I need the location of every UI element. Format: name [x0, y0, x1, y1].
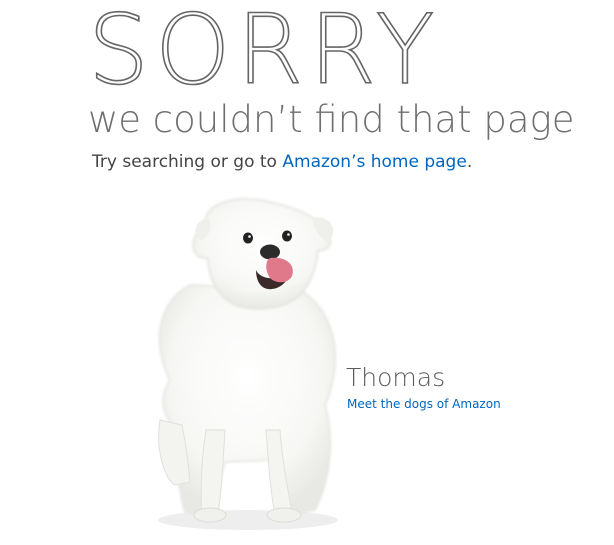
home-page-link[interactable]: Amazon’s home page: [282, 152, 466, 172]
meet-the-dogs-link[interactable]: Meet the dogs of Amazon: [347, 396, 501, 412]
search-suggestion: Try searching or go to Amazon’s home pag…: [92, 150, 472, 174]
dog-illustration-icon: [158, 198, 338, 530]
suggestion-prefix: Try searching or go to: [92, 152, 283, 172]
error-subheading: we couldn’t find that page: [88, 98, 575, 141]
dog-name: Thomas: [346, 363, 446, 392]
dog-image: [130, 190, 370, 535]
suggestion-suffix: .: [466, 152, 473, 172]
sorry-headline: SORRY: [87, 0, 441, 106]
